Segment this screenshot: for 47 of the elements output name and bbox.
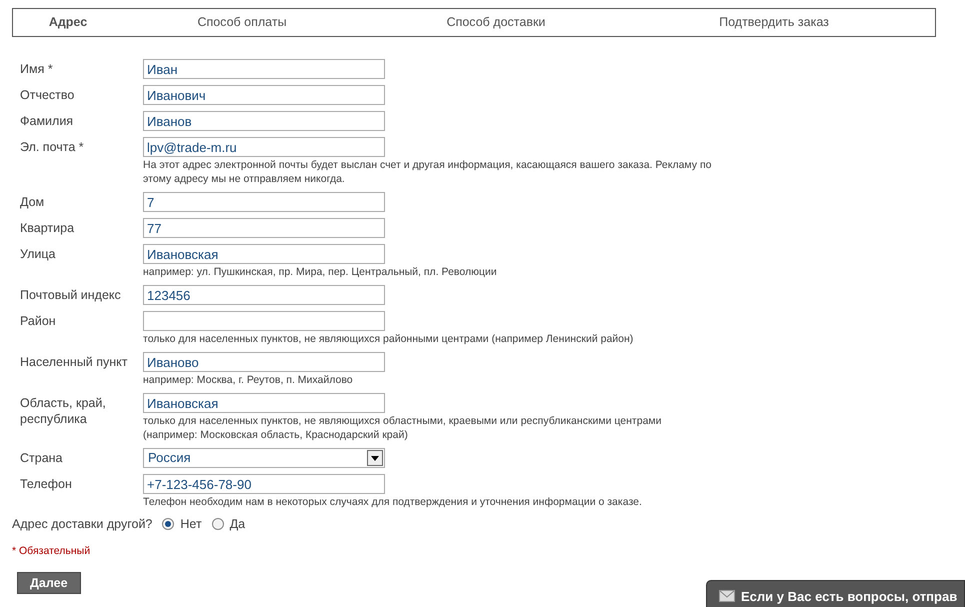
radio-label: Нет <box>180 516 202 533</box>
input-field[interactable]: Ивановская <box>143 244 385 264</box>
step-tab[interactable]: Способ оплаты <box>197 15 287 30</box>
field-label: Район <box>20 313 57 330</box>
hint-text: только для населенных пунктов, не являющихся районными центрами (например Ленинский район) <box>143 332 634 346</box>
hint-text: этому адресу мы не отправляем никогда. <box>143 172 346 186</box>
field-label: Область, край, республика <box>20 395 107 428</box>
step-tab[interactable]: Подтвердить заказ <box>719 15 829 30</box>
field-label: Страна <box>20 450 64 467</box>
hint-text: Телефон необходим нам в некоторых случаях для подтверждения и уточнения информации о заказе. <box>143 495 642 509</box>
radio-label: Да <box>230 516 246 533</box>
input-field[interactable]: +7-123-456-78-90 <box>143 474 385 494</box>
input-field[interactable]: Иванов <box>143 111 385 131</box>
hint-text: На этот адрес электронной почты будет выслан счет и другая информация, касающаяся вашего заказа. Рекламу по <box>143 158 712 172</box>
field-label: Телефон <box>20 476 73 493</box>
field-label: Почтовый индекс <box>20 287 122 304</box>
required-note: * Обязательный <box>12 544 92 559</box>
hint-text: (например: Московская область, Краснодарский край) <box>143 428 409 442</box>
hint-text: только для населенных пунктов, не являющихся областными, краевыми или республиканскими центрами <box>143 414 662 428</box>
field-label: Улица <box>20 246 56 263</box>
radio-button[interactable] <box>212 518 224 530</box>
step-tab[interactable]: Адрес <box>48 15 88 30</box>
next-button[interactable]: Далее <box>17 572 81 594</box>
hint-text: например: Москва, г. Реутов, п. Михайлово <box>143 373 354 387</box>
field-label: Отчество <box>20 87 76 104</box>
country-select[interactable]: Россия <box>143 448 385 468</box>
input-field[interactable]: Иванович <box>143 85 385 105</box>
field-label: Эл. почта * <box>20 139 85 156</box>
field-label: Дом <box>20 194 46 211</box>
input-field[interactable] <box>143 311 385 331</box>
question-label: Адрес доставки другой? <box>12 516 152 533</box>
field-label: Квартира <box>20 220 76 237</box>
radio-button[interactable] <box>162 518 174 530</box>
input-field[interactable]: Иван <box>143 59 385 79</box>
hint-text: например: ул. Пушкинская, пр. Мира, пер. Центральный, пл. Революции <box>143 265 497 279</box>
input-field[interactable]: Иваново <box>143 352 385 372</box>
step-tab[interactable]: Способ доставки <box>446 15 546 30</box>
input-field[interactable]: 123456 <box>143 285 385 305</box>
field-label: Населенный пункт <box>20 354 129 371</box>
input-field[interactable]: 7 <box>143 192 385 212</box>
chat-text: Если у Вас есть вопросы, отправ <box>741 588 958 606</box>
field-label: Имя * <box>20 61 54 78</box>
field-label: Фамилия <box>20 113 74 130</box>
input-field[interactable]: 77 <box>143 218 385 238</box>
chat-widget[interactable]: Если у Вас есть вопросы, отправ <box>706 580 965 607</box>
input-field[interactable]: lpv@trade-m.ru <box>143 137 385 157</box>
input-field[interactable]: Ивановская <box>143 393 385 413</box>
